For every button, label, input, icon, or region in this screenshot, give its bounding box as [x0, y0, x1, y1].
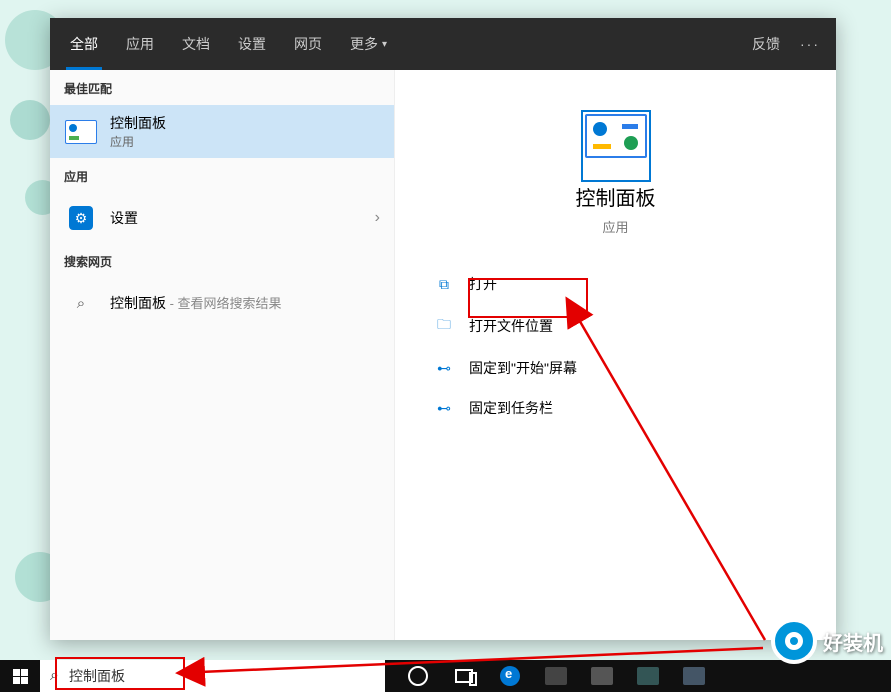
tab-settings-label: 设置 — [238, 34, 266, 54]
section-best-match: 最佳匹配 — [50, 70, 394, 105]
section-apps: 应用 — [50, 158, 394, 193]
preview-column: 控制面板 应用 ⧉ 打开 🗀 打开文件位置 ⊷ 固定到"开始"屏幕 ⊷ 固定到任… — [395, 70, 836, 640]
taskbar-searchbox[interactable]: ⌕ 控制面板 — [40, 660, 385, 692]
settings-icon: ⚙ — [64, 201, 98, 235]
watermark-text: 好装机 — [823, 627, 883, 656]
tab-more-label: 更多 — [350, 34, 378, 54]
search-icon: ⌕ — [50, 667, 59, 685]
action-pin-taskbar[interactable]: ⊷ 固定到任务栏 — [415, 388, 836, 428]
results-column: 最佳匹配 控制面板 应用 应用 ⚙ 设置 › 搜索网页 ⌕ 控制面板 - 查看网… — [50, 70, 395, 640]
app-icon — [591, 667, 613, 685]
app-icon — [545, 667, 567, 685]
action-open-label: 打开 — [469, 274, 497, 294]
tab-web[interactable]: 网页 — [280, 18, 336, 70]
action-pin-start[interactable]: ⊷ 固定到"开始"屏幕 — [415, 348, 836, 388]
tab-docs[interactable]: 文档 — [168, 18, 224, 70]
tab-all-label: 全部 — [70, 34, 98, 54]
tabs-bar: 全部 应用 文档 设置 网页 更多 ▾ 反馈 ··· — [50, 18, 836, 70]
decorative-bg — [10, 100, 50, 140]
taskview-icon — [455, 669, 473, 683]
control-panel-icon — [64, 115, 98, 149]
result-title: 控制面板 — [110, 113, 166, 133]
edge-icon — [500, 666, 520, 686]
tab-web-label: 网页 — [294, 34, 322, 54]
tab-more[interactable]: 更多 ▾ — [336, 18, 401, 70]
chevron-down-icon: ▾ — [382, 39, 387, 50]
edge-button[interactable] — [487, 660, 533, 692]
result-settings-title: 设置 — [110, 208, 138, 228]
search-panel: 全部 应用 文档 设置 网页 更多 ▾ 反馈 ··· 最佳匹配 控制面板 应用 … — [50, 18, 836, 640]
more-options-button[interactable]: ··· — [790, 36, 830, 52]
web-suffix: - 查看网络搜索结果 — [166, 296, 282, 311]
search-icon: ⌕ — [64, 286, 98, 320]
taskbar-app-3[interactable] — [625, 660, 671, 692]
taskbar-app-4[interactable] — [671, 660, 717, 692]
tab-apps-label: 应用 — [126, 34, 154, 54]
section-search-web: 搜索网页 — [50, 243, 394, 278]
action-pin-taskbar-label: 固定到任务栏 — [469, 398, 553, 418]
cortana-icon — [408, 666, 428, 686]
watermark: 好装机 — [771, 618, 883, 664]
action-list: ⧉ 打开 🗀 打开文件位置 ⊷ 固定到"开始"屏幕 ⊷ 固定到任务栏 — [395, 264, 836, 428]
watermark-logo-icon — [771, 618, 817, 664]
app-icon — [683, 667, 705, 685]
tab-docs-label: 文档 — [182, 34, 210, 54]
action-open[interactable]: ⧉ 打开 — [415, 264, 836, 304]
app-icon — [637, 667, 659, 685]
pin-icon: ⊷ — [435, 360, 453, 377]
action-open-location[interactable]: 🗀 打开文件位置 — [415, 304, 836, 348]
tab-apps[interactable]: 应用 — [112, 18, 168, 70]
taskbar-app-2[interactable] — [579, 660, 625, 692]
tab-all[interactable]: 全部 — [56, 18, 112, 70]
result-control-panel[interactable]: 控制面板 应用 — [50, 105, 394, 158]
taskbar: ⌕ 控制面板 — [0, 660, 891, 692]
result-settings[interactable]: ⚙ 设置 › — [50, 193, 394, 243]
result-web-search[interactable]: ⌕ 控制面板 - 查看网络搜索结果 — [50, 278, 394, 328]
preview-sub: 应用 — [602, 217, 628, 236]
searchbox-value: 控制面板 — [69, 666, 125, 686]
result-sub: 应用 — [110, 133, 166, 150]
gear-icon-glyph: ⚙ — [75, 210, 88, 227]
feedback-button[interactable]: 反馈 — [742, 34, 790, 54]
open-icon: ⧉ — [435, 276, 453, 293]
taskbar-app-1[interactable] — [533, 660, 579, 692]
start-button[interactable] — [0, 660, 40, 692]
windows-icon — [13, 669, 28, 684]
tab-settings[interactable]: 设置 — [224, 18, 280, 70]
taskview-button[interactable] — [441, 660, 487, 692]
chevron-right-icon: › — [375, 209, 380, 227]
cortana-button[interactable] — [395, 660, 441, 692]
folder-icon: 🗀 — [435, 314, 453, 338]
preview-title: 控制面板 — [576, 182, 656, 211]
action-pin-start-label: 固定到"开始"屏幕 — [469, 358, 577, 378]
control-panel-preview-icon — [585, 114, 647, 158]
web-query: 控制面板 — [110, 295, 166, 311]
action-open-location-label: 打开文件位置 — [469, 316, 553, 336]
preview-icon-frame — [581, 110, 651, 182]
pin-icon: ⊷ — [435, 400, 453, 417]
